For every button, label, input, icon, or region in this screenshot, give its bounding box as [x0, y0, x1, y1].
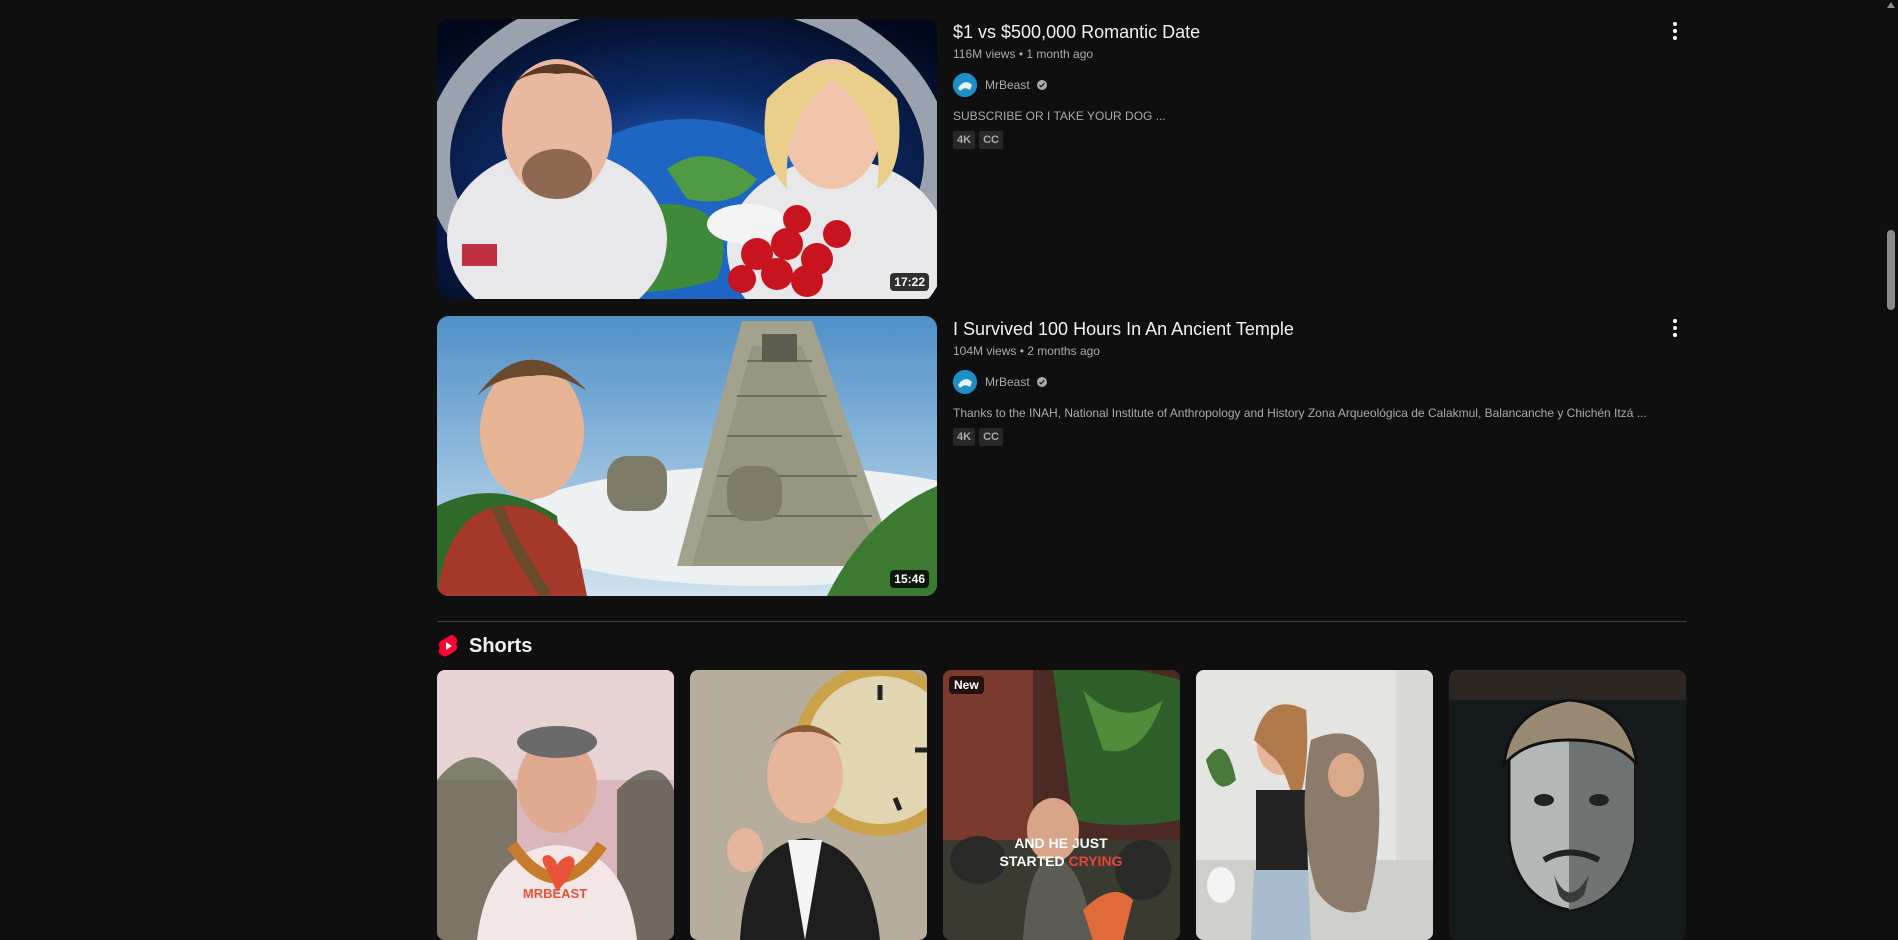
short-thumbnail — [1449, 670, 1686, 940]
short-item[interactable] — [1449, 670, 1686, 940]
short-thumbnail — [1196, 670, 1433, 940]
short-thumbnail — [690, 670, 927, 940]
video-thumbnail[interactable]: 15:46 — [437, 316, 937, 596]
view-count: 104M views — [953, 344, 1017, 358]
upload-age: 2 months ago — [1027, 344, 1100, 358]
video-badges: 4K CC — [953, 131, 1687, 149]
video-thumbnail[interactable]: 17:22 — [437, 19, 937, 299]
video-item[interactable]: 17:22 $1 vs $500,000 Romantic Date 116M … — [437, 19, 1687, 299]
channel-avatar[interactable] — [953, 73, 977, 97]
upload-age: 1 month ago — [1026, 47, 1094, 61]
video-duration: 15:46 — [890, 570, 929, 588]
thumbnail-image-space-date — [437, 19, 937, 299]
video-title[interactable]: I Survived 100 Hours In An Ancient Templ… — [953, 316, 1687, 342]
section-divider — [437, 621, 1687, 622]
more-vert-icon — [1673, 319, 1677, 337]
video-title[interactable]: $1 vs $500,000 Romantic Date — [953, 19, 1687, 45]
channel-name[interactable]: MrBeast — [985, 375, 1030, 389]
svg-text:MRBEAST: MRBEAST — [523, 886, 587, 901]
shorts-title: Shorts — [469, 634, 533, 657]
shorts-header: Shorts — [437, 632, 532, 660]
short-item[interactable]: MRBEAST — [437, 670, 674, 940]
scroll-up-arrow-icon[interactable] — [1887, 2, 1895, 8]
video-meta: 116M views • 1 month ago — [953, 45, 1687, 63]
shorts-row: MRBEAST AND HE JUST STARTED CRYING New — [437, 670, 1687, 940]
badge-cc: CC — [979, 428, 1003, 446]
scrollbar-thumb[interactable] — [1887, 230, 1895, 310]
scrollbar[interactable] — [1884, 0, 1898, 930]
meta-separator: • — [1019, 344, 1024, 358]
shorts-logo-icon — [438, 634, 458, 657]
video-description: SUBSCRIBE OR I TAKE YOUR DOG ... — [953, 109, 1166, 123]
short-caption-line2: STARTED CRYING — [1000, 853, 1123, 869]
meta-separator: • — [1018, 47, 1024, 61]
more-vert-icon — [1673, 22, 1677, 40]
badge-4k: 4K — [953, 428, 976, 446]
short-item[interactable] — [690, 670, 927, 940]
short-thumbnail: MRBEAST — [437, 670, 674, 940]
badge-cc: CC — [979, 131, 1003, 149]
video-badges: 4K CC — [953, 428, 1687, 446]
video-duration: 17:22 — [890, 273, 929, 291]
video-description: Thanks to the INAH, National Institute o… — [953, 406, 1647, 420]
video-meta: 104M views • 2 months ago — [953, 342, 1687, 360]
video-menu-button[interactable] — [1663, 19, 1687, 43]
video-menu-button[interactable] — [1663, 316, 1687, 340]
channel-name[interactable]: MrBeast — [985, 78, 1030, 92]
channel-row[interactable]: MrBeast — [953, 67, 1687, 103]
verified-check-icon — [1036, 80, 1047, 90]
verified-check-icon — [1036, 377, 1047, 387]
video-info: $1 vs $500,000 Romantic Date 116M views … — [953, 19, 1687, 149]
short-item[interactable]: AND HE JUST STARTED CRYING New — [943, 670, 1180, 940]
video-item[interactable]: 15:46 I Survived 100 Hours In An Ancient… — [437, 316, 1687, 596]
badge-4k: 4K — [953, 131, 976, 149]
short-item[interactable] — [1196, 670, 1433, 940]
new-badge: New — [949, 676, 984, 694]
thumbnail-image-temple — [437, 316, 937, 596]
short-thumbnail: AND HE JUST STARTED CRYING — [943, 670, 1180, 940]
video-info: I Survived 100 Hours In An Ancient Templ… — [953, 316, 1687, 446]
channel-avatar[interactable] — [953, 370, 977, 394]
short-caption-line1: AND HE JUST — [1014, 835, 1108, 851]
view-count: 116M views — [953, 47, 1016, 61]
channel-row[interactable]: MrBeast — [953, 364, 1687, 400]
